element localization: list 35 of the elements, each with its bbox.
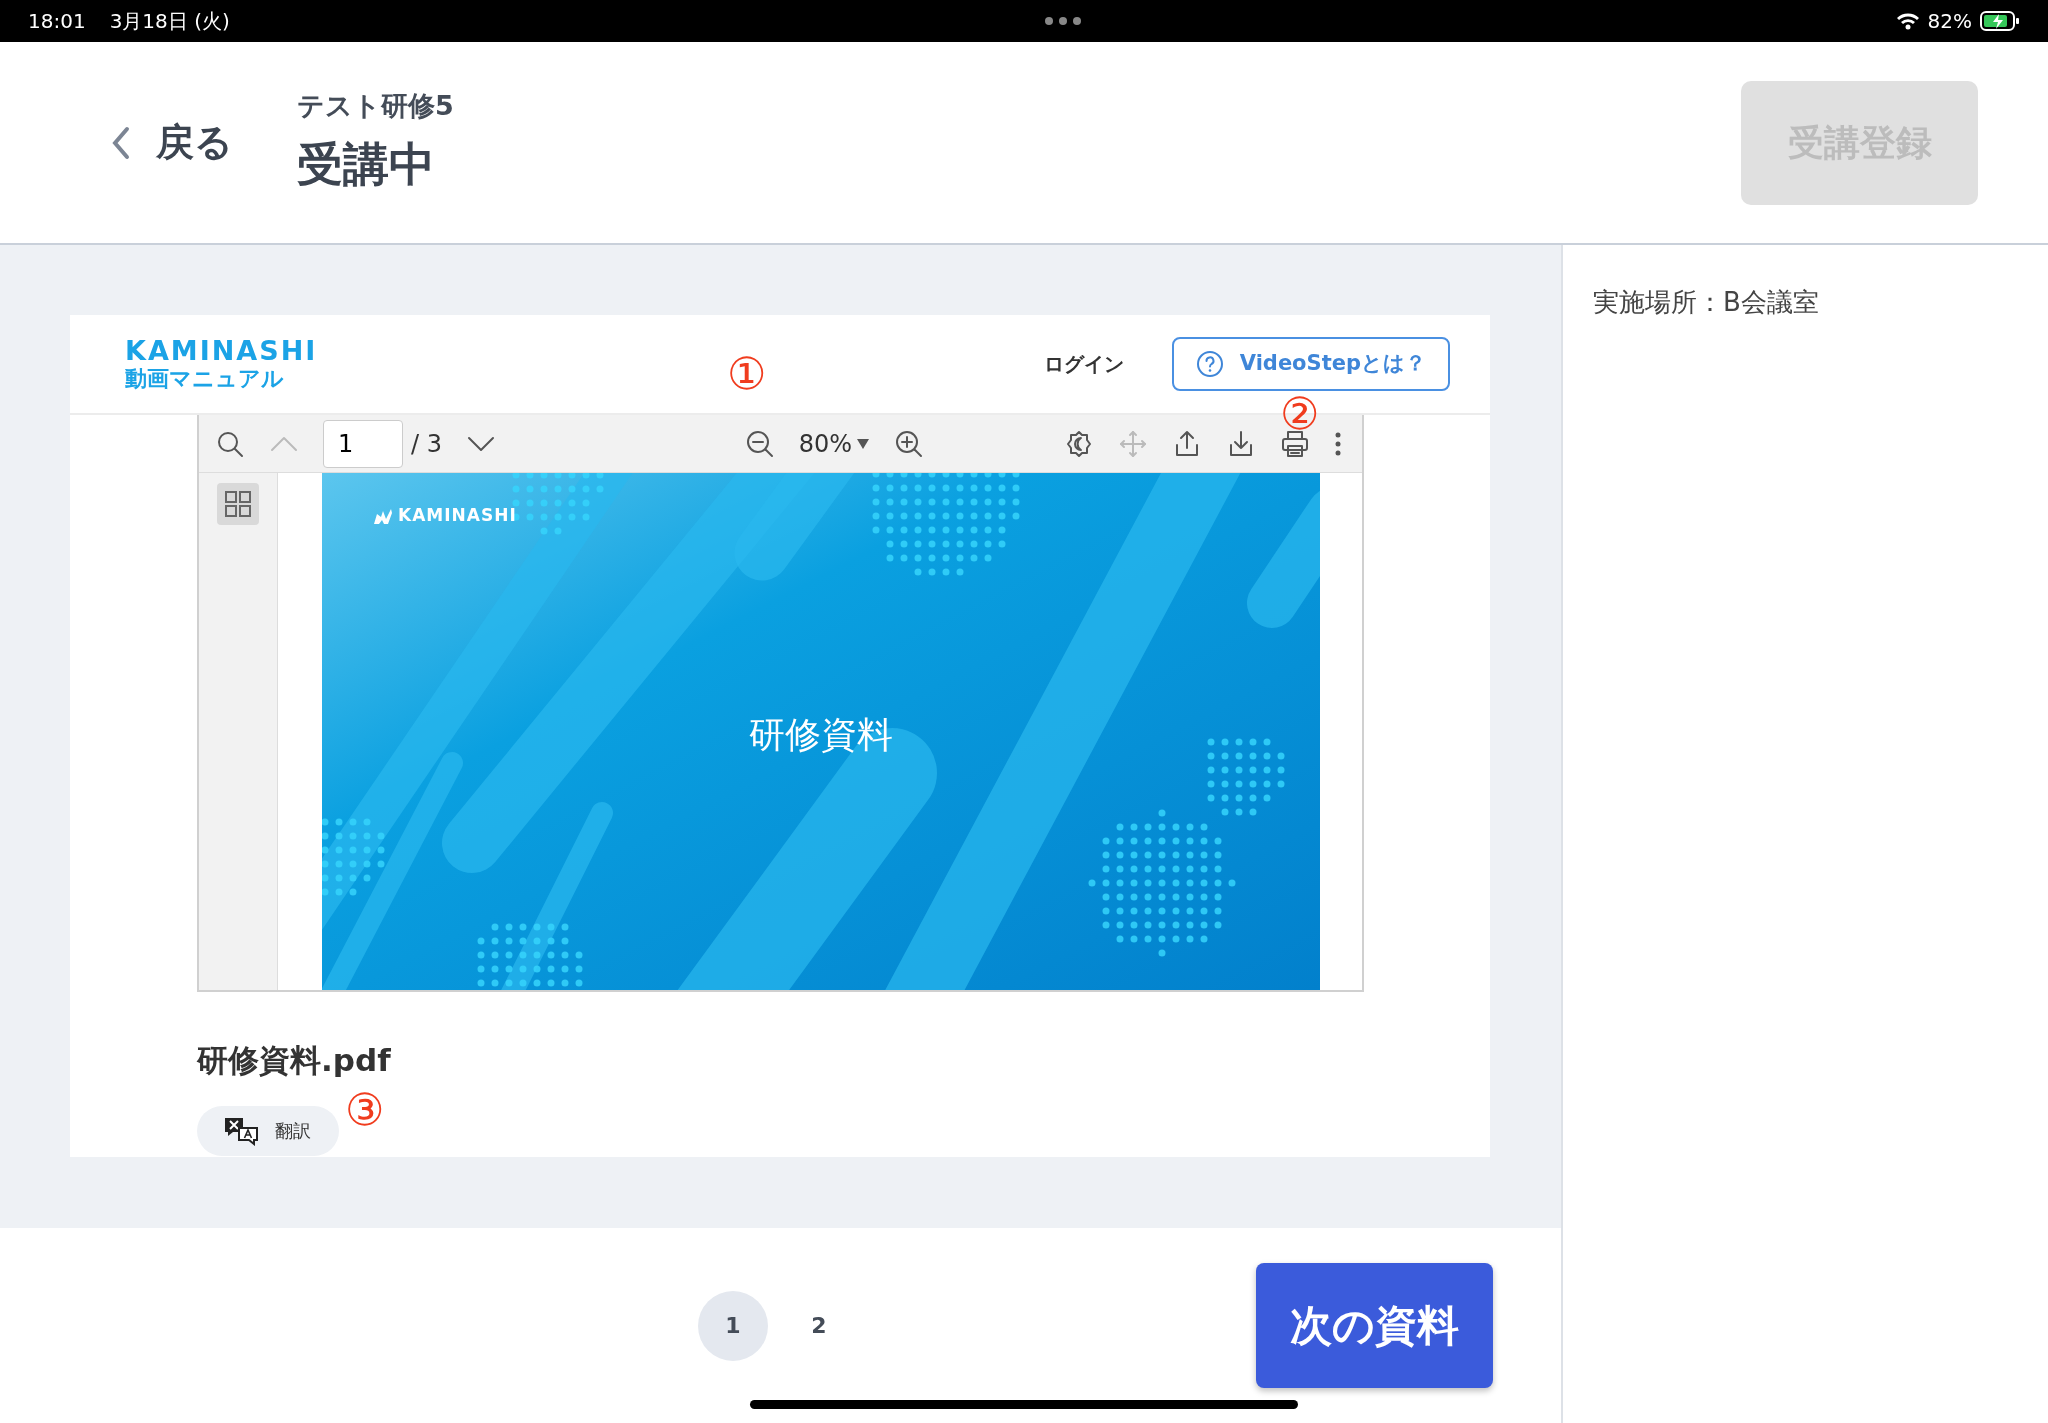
- page-number-field[interactable]: 1: [323, 419, 403, 468]
- page-count: / 3: [411, 428, 442, 460]
- page-title: 受講中: [297, 136, 436, 194]
- status-time: 18:01: [28, 8, 86, 35]
- back-button[interactable]: 戻る: [110, 114, 233, 171]
- battery-percent: 82%: [1927, 8, 1972, 35]
- battery-icon: [1980, 10, 2020, 32]
- grid-icon: [224, 490, 252, 518]
- location-text: 実施場所：B会議室: [1593, 286, 1820, 319]
- translate-button[interactable]: 翻訳: [197, 1105, 339, 1156]
- slide-title: 研修資料: [748, 713, 894, 757]
- translate-icon: [223, 1115, 259, 1146]
- annotation-number: ③: [345, 1088, 385, 1132]
- annotation-number: ①: [727, 352, 767, 396]
- slide-logo: KAMINASHI: [372, 503, 517, 529]
- status-date: 3月18日 (火): [109, 8, 230, 35]
- theme-icon[interactable]: [1064, 428, 1094, 459]
- page-button[interactable]: 2: [784, 1290, 854, 1361]
- caret-icon: [856, 437, 870, 450]
- help-icon: [1195, 350, 1224, 378]
- course-name: テスト研修5: [297, 88, 454, 123]
- chevron-left-icon: [110, 124, 132, 161]
- more-dots-icon[interactable]: [1042, 16, 1083, 26]
- thumbnails-button[interactable]: [217, 483, 259, 525]
- wifi-icon: [1895, 11, 1920, 31]
- annotation-number: ②: [1280, 392, 1320, 436]
- zoom-dropdown[interactable]: 80%: [798, 425, 870, 462]
- next-material-button[interactable]: 次の資料: [1256, 1263, 1493, 1388]
- zoom-out-icon[interactable]: [744, 428, 775, 459]
- print-icon[interactable]: [1280, 428, 1310, 459]
- zoom-in-icon[interactable]: [894, 428, 924, 459]
- about-button[interactable]: VideoStepとは？: [1171, 337, 1450, 391]
- page-button[interactable]: 1: [698, 1290, 768, 1361]
- login-link[interactable]: ログイン: [1043, 349, 1124, 379]
- file-name: 研修資料.pdf: [197, 1041, 392, 1080]
